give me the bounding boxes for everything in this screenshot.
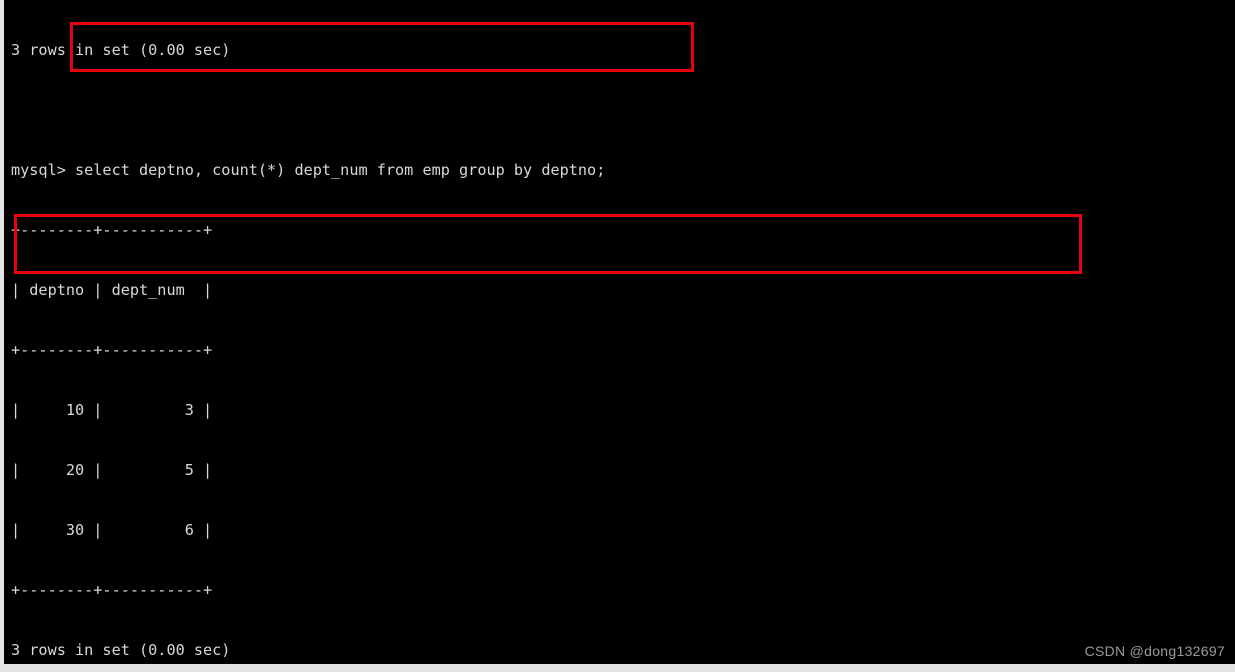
- terminal-line: +--------+-----------+: [11, 341, 213, 359]
- terminal-window[interactable]: 3 rows in set (0.00 sec) mysql> select d…: [4, 0, 1235, 664]
- terminal-line: | deptno | dept_num |: [11, 281, 213, 299]
- terminal-line: +--------+-----------+: [11, 581, 213, 599]
- terminal-line: | 10 | 3 |: [11, 401, 213, 419]
- terminal-line: 3 rows in set (0.00 sec): [11, 41, 231, 59]
- terminal-line: | 20 | 5 |: [11, 461, 213, 479]
- terminal-console-output: 3 rows in set (0.00 sec) mysql> select d…: [11, 0, 916, 664]
- terminal-line-query-one: mysql> select deptno, count(*) dept_num …: [11, 161, 606, 179]
- watermark-label: CSDN @dong132697: [1084, 643, 1225, 659]
- terminal-line: 3 rows in set (0.00 sec): [11, 641, 231, 659]
- terminal-line: | 30 | 6 |: [11, 521, 213, 539]
- terminal-line: +--------+-----------+: [11, 221, 213, 239]
